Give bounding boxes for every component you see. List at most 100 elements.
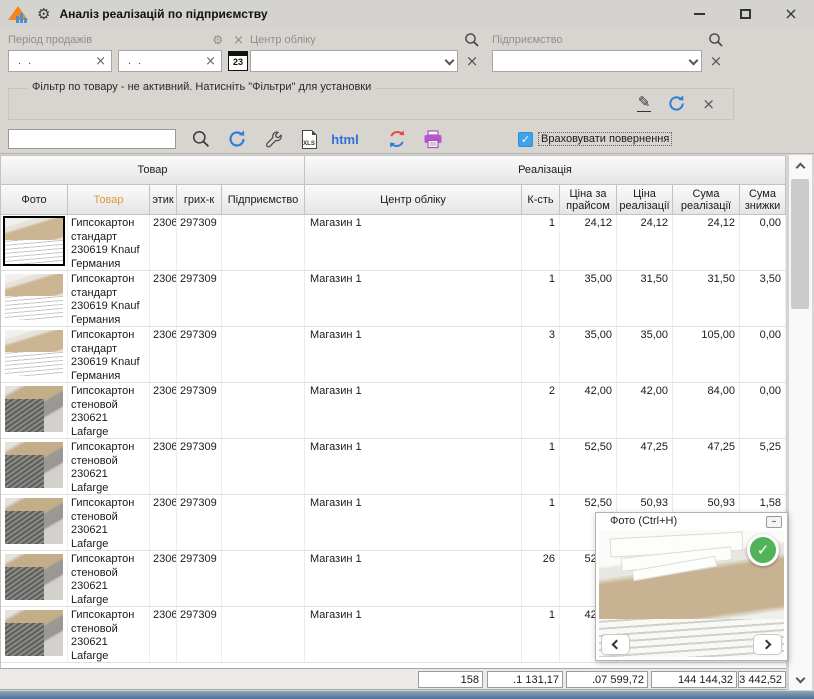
search-icon[interactable] xyxy=(708,32,724,48)
cell-photo xyxy=(1,271,68,326)
vertical-scrollbar[interactable] xyxy=(788,155,812,690)
cell-barcode: 297309 xyxy=(177,495,222,550)
scrollbar-thumb[interactable] xyxy=(791,179,809,309)
col-price-sale[interactable]: Ціна реалізації xyxy=(617,185,673,215)
product-photo[interactable] xyxy=(5,386,63,432)
date-to-clear-icon[interactable]: × xyxy=(205,55,216,68)
export-html-button[interactable]: html xyxy=(334,128,356,150)
cell-photo xyxy=(1,551,68,606)
cell-price-sale: 31,50 xyxy=(617,271,673,326)
search-icon[interactable] xyxy=(464,32,480,48)
enterprise-select[interactable] xyxy=(492,50,702,72)
table-row[interactable]: Гипсокартон стеновой 230621 Lafarge Фран… xyxy=(1,383,786,439)
cell-qty: 1 xyxy=(522,215,560,270)
col-article[interactable]: этик xyxy=(150,185,177,215)
grid-band-row: Товар Реалізація xyxy=(1,155,786,185)
table-row[interactable]: Гипсокартон стандарт 230619 Knauf Герман… xyxy=(1,327,786,383)
scroll-down-button[interactable] xyxy=(789,670,812,688)
table-row[interactable]: Гипсокартон стандарт 230619 Knauf Герман… xyxy=(1,215,786,271)
col-qty[interactable]: К-сть xyxy=(522,185,560,215)
cell-price-sale: 47,25 xyxy=(617,439,673,494)
table-row[interactable]: Гипсокартон стеновой 230621 Lafarge Фран… xyxy=(1,439,786,495)
enterprise-label: Підприємство xyxy=(492,34,563,46)
band-realization[interactable]: Реалізація xyxy=(305,155,786,185)
col-accounting-center[interactable]: Центр обліку xyxy=(305,185,522,215)
cell-sum-sale: 24,12 xyxy=(673,215,740,270)
cell-discount: 5,25 xyxy=(740,439,786,494)
cell-article: 2306 xyxy=(150,495,177,550)
col-sum-sale[interactable]: Сума реалізації xyxy=(673,185,740,215)
refresh-icon[interactable] xyxy=(667,94,686,113)
col-price-list[interactable]: Ціна за прайсом xyxy=(560,185,617,215)
period-settings-gear-icon[interactable]: ⚙ xyxy=(212,33,223,47)
col-product[interactable]: Товар xyxy=(68,185,150,215)
scroll-up-button[interactable] xyxy=(789,157,812,175)
cell-qty: 2 xyxy=(522,383,560,438)
table-row[interactable]: Гипсокартон стандарт 230619 Knauf Герман… xyxy=(1,271,786,327)
cell-qty: 1 xyxy=(522,271,560,326)
band-product[interactable]: Товар xyxy=(1,155,305,185)
total-sum-sale: 144 144,32 xyxy=(651,671,737,688)
returns-checkbox[interactable]: ✓ xyxy=(518,132,533,147)
calendar-icon[interactable]: 23 xyxy=(228,51,248,71)
gear-icon[interactable]: ⚙ xyxy=(37,7,50,22)
product-photo[interactable] xyxy=(5,330,63,376)
search-button[interactable] xyxy=(190,128,212,150)
date-from-clear-icon[interactable]: × xyxy=(95,55,106,68)
enterprise-clear-icon[interactable]: × xyxy=(708,52,724,70)
product-photo-large: ✓ xyxy=(599,530,784,657)
total-price-sale: .07 599,72 xyxy=(566,671,648,688)
product-photo[interactable] xyxy=(5,274,63,320)
col-barcode[interactable]: грих-к xyxy=(177,185,222,215)
date-from-input[interactable]: . . × xyxy=(8,50,112,72)
cell-center: Магазин 1 xyxy=(305,495,522,550)
reload-data-button[interactable] xyxy=(386,128,408,150)
cell-photo xyxy=(1,327,68,382)
product-photo[interactable] xyxy=(5,442,63,488)
toolbar: XLS html ✓ Враховувати повернення xyxy=(8,127,806,151)
refresh-button[interactable] xyxy=(226,128,248,150)
product-photo[interactable] xyxy=(5,498,63,544)
filter-accounting-center: Центр обліку × xyxy=(250,33,480,72)
cell-product: Гипсокартон стеновой 230621 Lafarge Фран… xyxy=(68,383,150,438)
wrench-icon xyxy=(264,130,283,149)
cell-price-sale: 35,00 xyxy=(617,327,673,382)
cell-enterprise xyxy=(222,271,305,326)
clear-filter-icon[interactable]: × xyxy=(702,95,715,113)
product-photo[interactable] xyxy=(5,218,63,264)
cell-center: Магазин 1 xyxy=(305,215,522,270)
settings-button[interactable] xyxy=(262,128,284,150)
cell-article: 2306 xyxy=(150,271,177,326)
product-photo[interactable] xyxy=(5,554,63,600)
accounting-center-clear-icon[interactable]: × xyxy=(464,52,480,70)
col-discount[interactable]: Сума знижки xyxy=(740,185,786,215)
export-xls-button[interactable]: XLS xyxy=(298,128,320,150)
accounting-center-select[interactable] xyxy=(250,50,458,72)
photo-prev-button[interactable] xyxy=(601,634,630,655)
filter-period: Період продажів ⚙ × . . × . . × 23 xyxy=(8,33,248,72)
maximize-button[interactable] xyxy=(734,4,756,24)
popup-minimize-button[interactable]: – xyxy=(766,516,782,528)
period-clear-icon[interactable]: × xyxy=(233,33,244,48)
edit-filter-pencil-icon[interactable]: ✎ xyxy=(637,95,652,112)
cell-qty: 1 xyxy=(522,439,560,494)
cell-barcode: 297309 xyxy=(177,551,222,606)
photo-next-button[interactable] xyxy=(753,634,782,655)
minimize-button[interactable] xyxy=(688,4,710,24)
cell-qty: 26 xyxy=(522,551,560,606)
returns-checkbox-label[interactable]: Враховувати повернення xyxy=(538,132,672,146)
cell-barcode: 297309 xyxy=(177,327,222,382)
window-bottom-edge xyxy=(0,691,814,699)
col-enterprise[interactable]: Підприємство xyxy=(222,185,305,215)
photo-popup-title: Фото (Ctrl+H) xyxy=(610,515,677,527)
print-button[interactable] xyxy=(422,128,444,150)
search-input[interactable] xyxy=(8,129,176,149)
cell-center: Магазин 1 xyxy=(305,271,522,326)
cell-enterprise xyxy=(222,327,305,382)
close-button[interactable]: × xyxy=(780,4,802,24)
chevron-down-icon xyxy=(796,673,806,683)
product-photo[interactable] xyxy=(5,610,63,656)
cell-barcode: 297309 xyxy=(177,607,222,662)
date-to-input[interactable]: . . × xyxy=(118,50,222,72)
col-photo[interactable]: Фото xyxy=(1,185,68,215)
